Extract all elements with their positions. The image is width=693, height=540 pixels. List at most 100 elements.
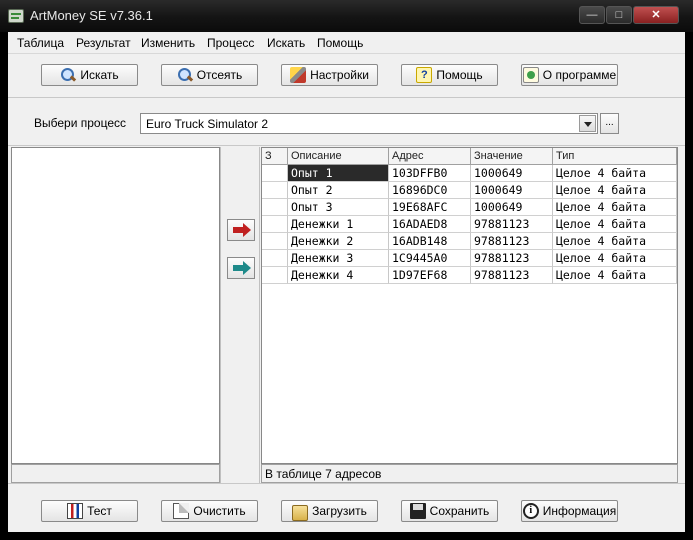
add-to-table-button[interactable]	[227, 219, 255, 241]
column-header-address[interactable]: Адрес	[389, 148, 471, 165]
table-row[interactable]: Денежки 2 16ADB148 97881123 Целое 4 байт…	[262, 233, 677, 250]
arrow-right-teal-icon	[233, 261, 251, 275]
address-cell[interactable]: 1C9445A0	[389, 250, 471, 267]
description-cell[interactable]: Денежки 2	[288, 233, 389, 250]
address-cell[interactable]: 16896DC0	[389, 182, 471, 199]
help-button[interactable]: ? Помощь	[401, 64, 498, 86]
about-button[interactable]: О программе	[521, 64, 618, 86]
address-cell[interactable]: 103DFFB0	[389, 165, 471, 182]
menu-search[interactable]: Искать	[267, 36, 305, 50]
table-row[interactable]: Опыт 2 16896DC0 1000649 Целое 4 байта	[262, 182, 677, 199]
blank-page-icon	[173, 503, 190, 519]
table-status-text: В таблице 7 адресов	[265, 467, 382, 481]
chevron-down-icon[interactable]	[579, 115, 596, 132]
help-icon: ?	[416, 67, 433, 83]
type-cell[interactable]: Целое 4 байта	[553, 233, 677, 250]
magnifier-icon	[177, 67, 193, 83]
freeze-cell[interactable]	[262, 182, 288, 199]
tools-icon	[290, 67, 307, 83]
load-button-label: Загрузить	[312, 504, 367, 518]
column-header-freeze[interactable]: З	[262, 148, 288, 165]
arrow-right-red-icon	[233, 223, 251, 237]
type-cell[interactable]: Целое 4 байта	[553, 250, 677, 267]
type-cell[interactable]: Целое 4 байта	[553, 199, 677, 216]
load-button[interactable]: Загрузить	[281, 500, 378, 522]
freeze-cell[interactable]	[262, 267, 288, 284]
type-cell[interactable]: Целое 4 байта	[553, 216, 677, 233]
test-button-label: Тест	[87, 504, 112, 518]
value-cell[interactable]: 97881123	[471, 250, 553, 267]
description-cell[interactable]: Денежки 4	[288, 267, 389, 284]
freeze-cell[interactable]	[262, 199, 288, 216]
value-cell[interactable]: 1000649	[471, 199, 553, 216]
freeze-cell[interactable]	[262, 233, 288, 250]
test-button[interactable]: Тест	[41, 500, 138, 522]
save-button[interactable]: Сохранить	[401, 500, 498, 522]
minimize-button[interactable]: —	[579, 6, 605, 24]
value-cell[interactable]: 97881123	[471, 233, 553, 250]
value-cell[interactable]: 97881123	[471, 216, 553, 233]
menu-bar: Таблица Результат Изменить Процесс Искат…	[8, 32, 685, 53]
search-results-panel[interactable]	[11, 147, 220, 464]
address-cell[interactable]: 16ADB148	[389, 233, 471, 250]
search-button[interactable]: Искать	[41, 64, 138, 86]
filter-button[interactable]: Отсеять	[161, 64, 258, 86]
table-status-bar: В таблице 7 адресов	[261, 464, 678, 483]
about-icon	[522, 67, 539, 83]
floppy-disk-icon	[409, 503, 426, 519]
clear-button-label: Очистить	[193, 504, 246, 518]
description-cell[interactable]: Опыт 1	[288, 165, 389, 182]
table-row[interactable]: Опыт 3 19E68AFC 1000649 Целое 4 байта	[262, 199, 677, 216]
table-row[interactable]: Денежки 1 16ADAED8 97881123 Целое 4 байт…	[262, 216, 677, 233]
column-header-type[interactable]: Тип	[553, 148, 677, 165]
chart-icon	[67, 503, 84, 519]
app-icon	[8, 9, 24, 23]
freeze-cell[interactable]	[262, 250, 288, 267]
address-cell[interactable]: 19E68AFC	[389, 199, 471, 216]
process-selector-row: Выбери процесс Euro Truck Simulator 2 ..…	[8, 98, 685, 146]
add-all-to-table-button[interactable]	[227, 257, 255, 279]
process-dropdown[interactable]: Euro Truck Simulator 2	[140, 113, 598, 134]
description-cell[interactable]: Денежки 1	[288, 216, 389, 233]
menu-process[interactable]: Процесс	[207, 36, 254, 50]
column-header-value[interactable]: Значение	[471, 148, 553, 165]
type-cell[interactable]: Целое 4 байта	[553, 165, 677, 182]
filter-button-label: Отсеять	[196, 68, 243, 82]
title-bar: ArtMoney SE v7.36.1 — □ ✕	[0, 0, 693, 32]
menu-edit[interactable]: Изменить	[141, 36, 195, 50]
column-header-description[interactable]: Описание	[288, 148, 389, 165]
menu-table[interactable]: Таблица	[17, 36, 64, 50]
freeze-cell[interactable]	[262, 216, 288, 233]
table-row[interactable]: Опыт 1 103DFFB0 1000649 Целое 4 байта	[262, 165, 677, 182]
menu-help[interactable]: Помощь	[317, 36, 363, 50]
info-button[interactable]: i Информация	[521, 500, 618, 522]
type-cell[interactable]: Целое 4 байта	[553, 267, 677, 284]
settings-button[interactable]: Настройки	[281, 64, 378, 86]
search-results-status	[11, 464, 220, 483]
value-cell[interactable]: 1000649	[471, 182, 553, 199]
browse-process-button[interactable]: ...	[600, 113, 619, 134]
value-cell[interactable]: 1000649	[471, 165, 553, 182]
address-cell[interactable]: 16ADAED8	[389, 216, 471, 233]
table-row[interactable]: Денежки 3 1C9445A0 97881123 Целое 4 байт…	[262, 250, 677, 267]
magnifier-icon	[60, 67, 76, 83]
clear-button[interactable]: Очистить	[161, 500, 258, 522]
type-cell[interactable]: Целое 4 байта	[553, 182, 677, 199]
description-cell[interactable]: Опыт 3	[288, 199, 389, 216]
main-window: Таблица Результат Изменить Процесс Искат…	[8, 32, 685, 532]
address-cell[interactable]: 1D97EF68	[389, 267, 471, 284]
freeze-cell[interactable]	[262, 165, 288, 182]
description-cell[interactable]: Опыт 2	[288, 182, 389, 199]
value-cell[interactable]: 97881123	[471, 267, 553, 284]
search-button-label: Искать	[80, 68, 119, 82]
toolbar: Искать Отсеять Настройки ? Помощь О прог…	[8, 53, 685, 98]
maximize-button[interactable]: □	[606, 6, 632, 24]
menu-result[interactable]: Результат	[76, 36, 131, 50]
table-row[interactable]: Денежки 4 1D97EF68 97881123 Целое 4 байт…	[262, 267, 677, 284]
info-button-label: Информация	[542, 504, 617, 518]
about-button-label: О программе	[542, 68, 617, 82]
description-cell[interactable]: Денежки 3	[288, 250, 389, 267]
close-button[interactable]: ✕	[633, 6, 679, 24]
window-title: ArtMoney SE v7.36.1	[30, 8, 153, 23]
address-table[interactable]: З Описание Адрес Значение Тип Опыт 1 103…	[261, 147, 678, 464]
